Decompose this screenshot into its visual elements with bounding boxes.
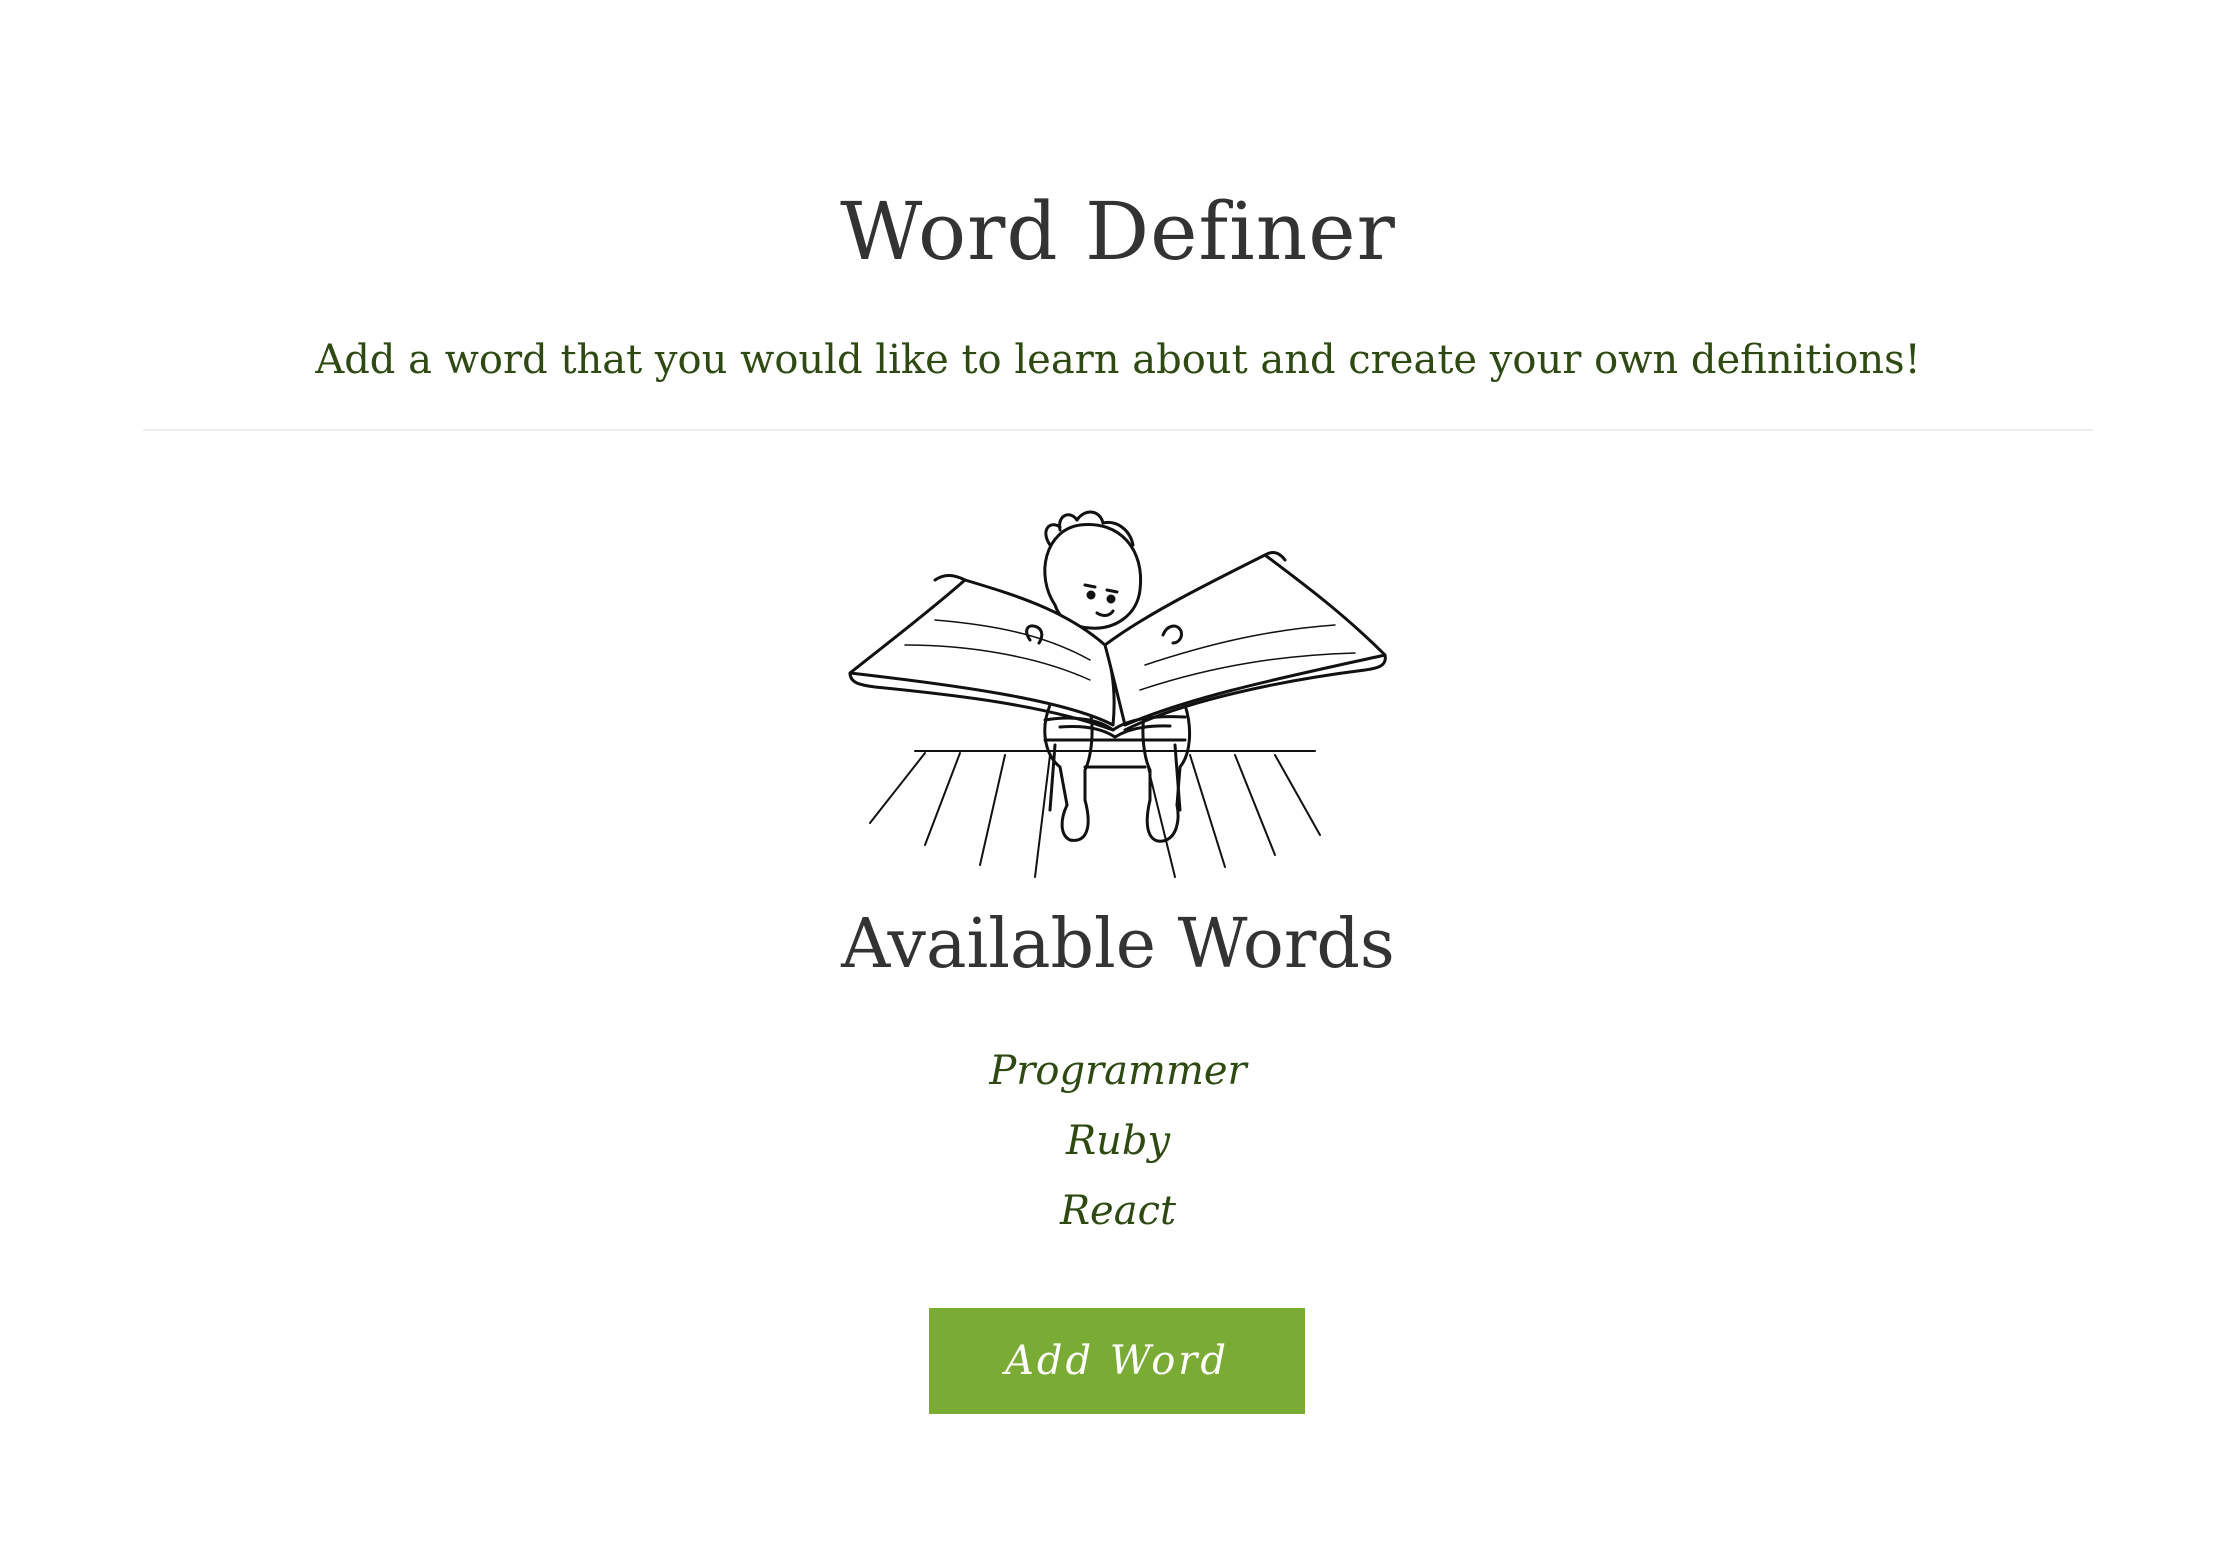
child-reading-book-illustration (848, 510, 1387, 878)
available-words-heading: Available Words (841, 905, 1395, 984)
child-head (1043, 510, 1143, 630)
word-link-ruby[interactable]: Ruby (1066, 1118, 1170, 1164)
add-word-button[interactable]: Add Word (929, 1308, 1305, 1414)
floor-boards (869, 750, 1321, 878)
word-link-react[interactable]: React (1060, 1188, 1176, 1234)
word-link-programmer[interactable]: Programmer (989, 1048, 1246, 1094)
header-divider (143, 429, 2093, 431)
page: Word Definer Add a word that you would l… (0, 0, 2236, 1556)
list-item: Programmer (0, 1036, 2236, 1106)
list-item: Ruby (0, 1106, 2236, 1176)
page-subtitle: Add a word that you would like to learn … (315, 337, 1921, 383)
list-item: React (0, 1176, 2236, 1246)
open-book (848, 551, 1387, 739)
word-list: Programmer Ruby React (0, 1036, 2236, 1246)
page-title: Word Definer (840, 185, 1396, 278)
